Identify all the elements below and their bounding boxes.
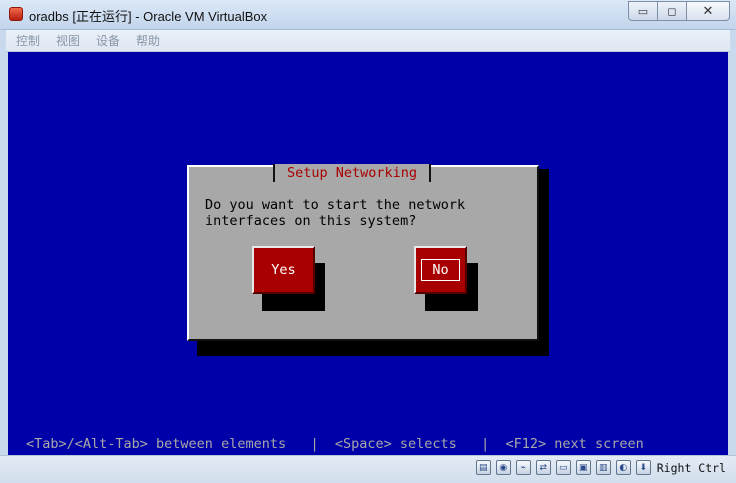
- device-tray: ▤ ◉ ⌁ ⇄ ▭ ▣ ▥ ◐ ⬇ Right Ctrl: [471, 460, 726, 475]
- maximize-button[interactable]: ◻: [657, 1, 687, 21]
- recording-icon[interactable]: ▥: [595, 460, 611, 475]
- menu-devices[interactable]: 设备: [96, 32, 120, 49]
- minimize-icon: ▭: [637, 4, 649, 18]
- vm-display[interactable]: Setup Networking Do you want to start th…: [8, 52, 728, 455]
- menu-view[interactable]: 视图: [56, 32, 80, 49]
- window-title: oradbs [正在运行] - Oracle VM VirtualBox: [29, 9, 268, 24]
- close-button[interactable]: ✕: [686, 1, 730, 21]
- statusbar: ▤ ◉ ⌁ ⇄ ▭ ▣ ▥ ◐ ⬇ Right Ctrl: [0, 455, 736, 483]
- yes-button-label: Yes: [271, 262, 296, 278]
- usb-icon[interactable]: ⌁: [515, 460, 531, 475]
- menu-help[interactable]: 帮助: [136, 32, 160, 49]
- menubar: 控制 视图 设备 帮助: [6, 30, 730, 52]
- window-titlebar[interactable]: oradbs [正在运行] - Oracle VM VirtualBox ▭ ◻…: [0, 0, 736, 30]
- menu-control[interactable]: 控制: [16, 32, 40, 49]
- no-button[interactable]: No: [414, 246, 467, 294]
- minimize-button[interactable]: ▭: [628, 1, 658, 21]
- host-key-label: Right Ctrl: [656, 460, 726, 475]
- keyboard-icon[interactable]: ⬇: [635, 460, 651, 475]
- hdd-icon[interactable]: ▤: [475, 460, 491, 475]
- cd-icon[interactable]: ◉: [495, 460, 511, 475]
- no-button-label: No: [421, 259, 460, 281]
- keyboard-hint-bar: <Tab>/<Alt-Tab> between elements | <Spac…: [26, 436, 644, 452]
- network-icon[interactable]: ⇄: [535, 460, 551, 475]
- virtualbox-app-icon: [9, 7, 23, 21]
- dialog-message: Do you want to start the network interfa…: [205, 197, 466, 229]
- display-icon[interactable]: ▣: [575, 460, 591, 475]
- yes-button[interactable]: Yes: [252, 246, 315, 294]
- window-controls: ▭ ◻ ✕: [628, 1, 730, 21]
- dialog-title: Setup Networking: [273, 164, 432, 182]
- mouse-icon[interactable]: ◐: [615, 460, 631, 475]
- shared-folder-icon[interactable]: ▭: [555, 460, 571, 475]
- setup-networking-dialog: Setup Networking Do you want to start th…: [187, 164, 539, 341]
- maximize-icon: ◻: [667, 4, 677, 18]
- close-icon: ✕: [702, 3, 714, 19]
